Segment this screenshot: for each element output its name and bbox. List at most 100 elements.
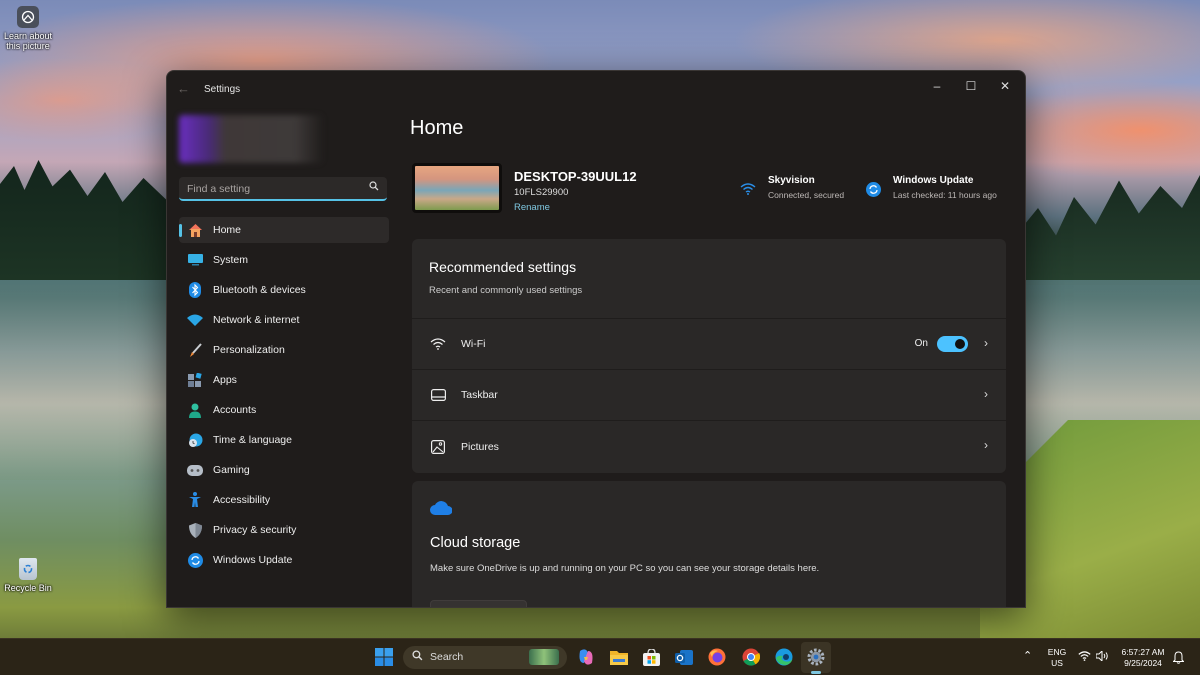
recycle-bin-icon bbox=[19, 558, 37, 580]
desktop-wallpaper-thumbnail[interactable] bbox=[412, 163, 502, 213]
close-button[interactable]: ✕ bbox=[988, 74, 1022, 98]
search-label: Search bbox=[430, 651, 464, 663]
sidebar-item-label: Windows Update bbox=[213, 554, 293, 566]
sidebar-item-accounts[interactable]: Accounts bbox=[179, 397, 389, 423]
privacy-shield-icon bbox=[187, 522, 203, 538]
setting-row-taskbar[interactable]: Taskbar › bbox=[412, 370, 1006, 421]
sidebar-item-label: Bluetooth & devices bbox=[213, 284, 306, 296]
wallpaper-forest-left bbox=[0, 160, 175, 280]
show-hidden-icons-chevron-up-icon[interactable]: ⌃ bbox=[1023, 651, 1032, 662]
sidebar-item-personalization[interactable]: Personalization bbox=[179, 337, 389, 363]
minimize-icon: – bbox=[933, 79, 941, 93]
volume-icon[interactable] bbox=[1095, 649, 1109, 664]
window-title: Settings bbox=[204, 84, 241, 95]
chevron-right-icon: › bbox=[984, 387, 988, 401]
wifi-state-label: On bbox=[914, 338, 928, 349]
copilot-button[interactable] bbox=[575, 646, 597, 668]
sidebar-item-label: Apps bbox=[213, 374, 237, 386]
desktop-icon-label: this picture bbox=[6, 41, 50, 51]
sidebar-item-windows-update[interactable]: Windows Update bbox=[179, 547, 389, 573]
search-icon bbox=[412, 650, 423, 664]
firefox-icon bbox=[708, 648, 726, 666]
title-bar[interactable]: ← Settings – ☐ ✕ bbox=[167, 71, 1025, 107]
wifi-icon bbox=[740, 181, 756, 197]
device-name: DESKTOP-39UUL12 bbox=[514, 169, 637, 184]
desktop-icon-learn-about-picture[interactable]: Learn about this picture bbox=[0, 6, 56, 51]
sidebar-item-label: Home bbox=[213, 224, 242, 236]
folder-icon bbox=[610, 650, 628, 665]
recommended-settings-card: Recommended settings Recent and commonly… bbox=[412, 239, 1006, 473]
chrome-icon bbox=[742, 648, 760, 666]
card-subtitle: Recent and commonly used settings bbox=[429, 285, 583, 296]
input-language-indicator[interactable]: ENG US bbox=[1046, 647, 1068, 669]
sidebar-item-privacy-security[interactable]: Privacy & security bbox=[179, 517, 389, 543]
chrome-button[interactable] bbox=[740, 646, 762, 668]
gear-icon bbox=[807, 648, 825, 666]
personalization-icon bbox=[187, 342, 203, 358]
wifi-icon bbox=[430, 336, 446, 352]
main-content: Home DESKTOP-39UUL12 10FLS29900 Rename S… bbox=[410, 107, 1007, 607]
firefox-button[interactable] bbox=[706, 646, 728, 668]
start-button[interactable] bbox=[373, 646, 395, 668]
search-input[interactable] bbox=[187, 181, 357, 197]
sidebar-item-home[interactable]: Home bbox=[179, 217, 389, 243]
chevron-right-icon: › bbox=[984, 336, 988, 350]
edge-icon bbox=[775, 648, 793, 666]
desktop-icon-recycle-bin[interactable]: Recycle Bin bbox=[0, 558, 56, 593]
clock[interactable]: 6:57:27 AM 9/25/2024 bbox=[1118, 647, 1168, 669]
user-profile-blurred[interactable] bbox=[179, 115, 324, 163]
sidebar-item-network[interactable]: Network & internet bbox=[179, 307, 389, 333]
windows-logo-icon bbox=[375, 648, 393, 666]
desktop-icon-label: Recycle Bin bbox=[4, 583, 52, 593]
notification-bell-icon[interactable] bbox=[1172, 651, 1185, 667]
sidebar-item-apps[interactable]: Apps bbox=[179, 367, 389, 393]
sidebar: Home System Bluetooth & devices Network … bbox=[167, 107, 397, 607]
search-highlight-image bbox=[529, 649, 559, 665]
rename-link[interactable]: Rename bbox=[514, 202, 550, 213]
taskbar-search-box[interactable]: Search bbox=[403, 646, 567, 669]
settings-search-box[interactable] bbox=[179, 177, 387, 201]
sidebar-item-label: Accounts bbox=[213, 404, 257, 416]
sidebar-item-label: Accessibility bbox=[213, 494, 271, 506]
wifi-toggle[interactable] bbox=[937, 336, 968, 352]
windows-update-icon bbox=[865, 181, 881, 197]
outlook-button[interactable] bbox=[673, 646, 695, 668]
open-onedrive-button[interactable]: Open OneDrive bbox=[430, 600, 527, 607]
card-title: Recommended settings bbox=[429, 259, 577, 275]
card-description: Make sure OneDrive is up and running on … bbox=[430, 563, 820, 574]
wifi-tray-icon[interactable] bbox=[1078, 651, 1091, 664]
active-app-indicator bbox=[811, 671, 821, 674]
setting-row-pictures[interactable]: Pictures › bbox=[412, 421, 1006, 472]
back-arrow-icon[interactable]: ← bbox=[177, 81, 190, 96]
setting-row-wifi[interactable]: Wi-Fi On › bbox=[412, 319, 1006, 370]
network-name: Skyvision bbox=[768, 175, 815, 186]
onedrive-cloud-icon bbox=[430, 501, 453, 520]
accounts-icon bbox=[187, 402, 203, 418]
windows-update-status[interactable]: Windows Update Last checked: 11 hours ag… bbox=[865, 175, 997, 200]
network-icon bbox=[187, 312, 203, 328]
maximize-button[interactable]: ☐ bbox=[954, 74, 988, 98]
home-icon bbox=[187, 222, 203, 238]
row-label: Taskbar bbox=[461, 389, 498, 401]
file-explorer-button[interactable] bbox=[608, 646, 630, 668]
sidebar-item-label: Privacy & security bbox=[213, 524, 297, 536]
search-icon[interactable] bbox=[369, 181, 379, 194]
learn-picture-icon bbox=[17, 6, 39, 28]
bluetooth-icon bbox=[187, 282, 203, 298]
maximize-icon: ☐ bbox=[965, 79, 977, 93]
pictures-icon bbox=[430, 439, 446, 455]
desktop-icon-label: Learn about bbox=[3, 31, 53, 41]
settings-app-button[interactable] bbox=[805, 646, 827, 668]
sidebar-item-accessibility[interactable]: Accessibility bbox=[179, 487, 389, 513]
edge-button[interactable] bbox=[773, 646, 795, 668]
sidebar-item-gaming[interactable]: Gaming bbox=[179, 457, 389, 483]
sidebar-item-system[interactable]: System bbox=[179, 247, 389, 273]
sidebar-item-bluetooth[interactable]: Bluetooth & devices bbox=[179, 277, 389, 303]
network-status[interactable]: Skyvision Connected, secured bbox=[740, 175, 844, 200]
minimize-button[interactable]: – bbox=[920, 74, 954, 98]
microsoft-store-button[interactable] bbox=[640, 646, 662, 668]
sidebar-item-time-language[interactable]: Time & language bbox=[179, 427, 389, 453]
copilot-icon bbox=[579, 649, 593, 665]
gaming-icon bbox=[187, 462, 203, 478]
time-language-icon bbox=[187, 432, 203, 448]
